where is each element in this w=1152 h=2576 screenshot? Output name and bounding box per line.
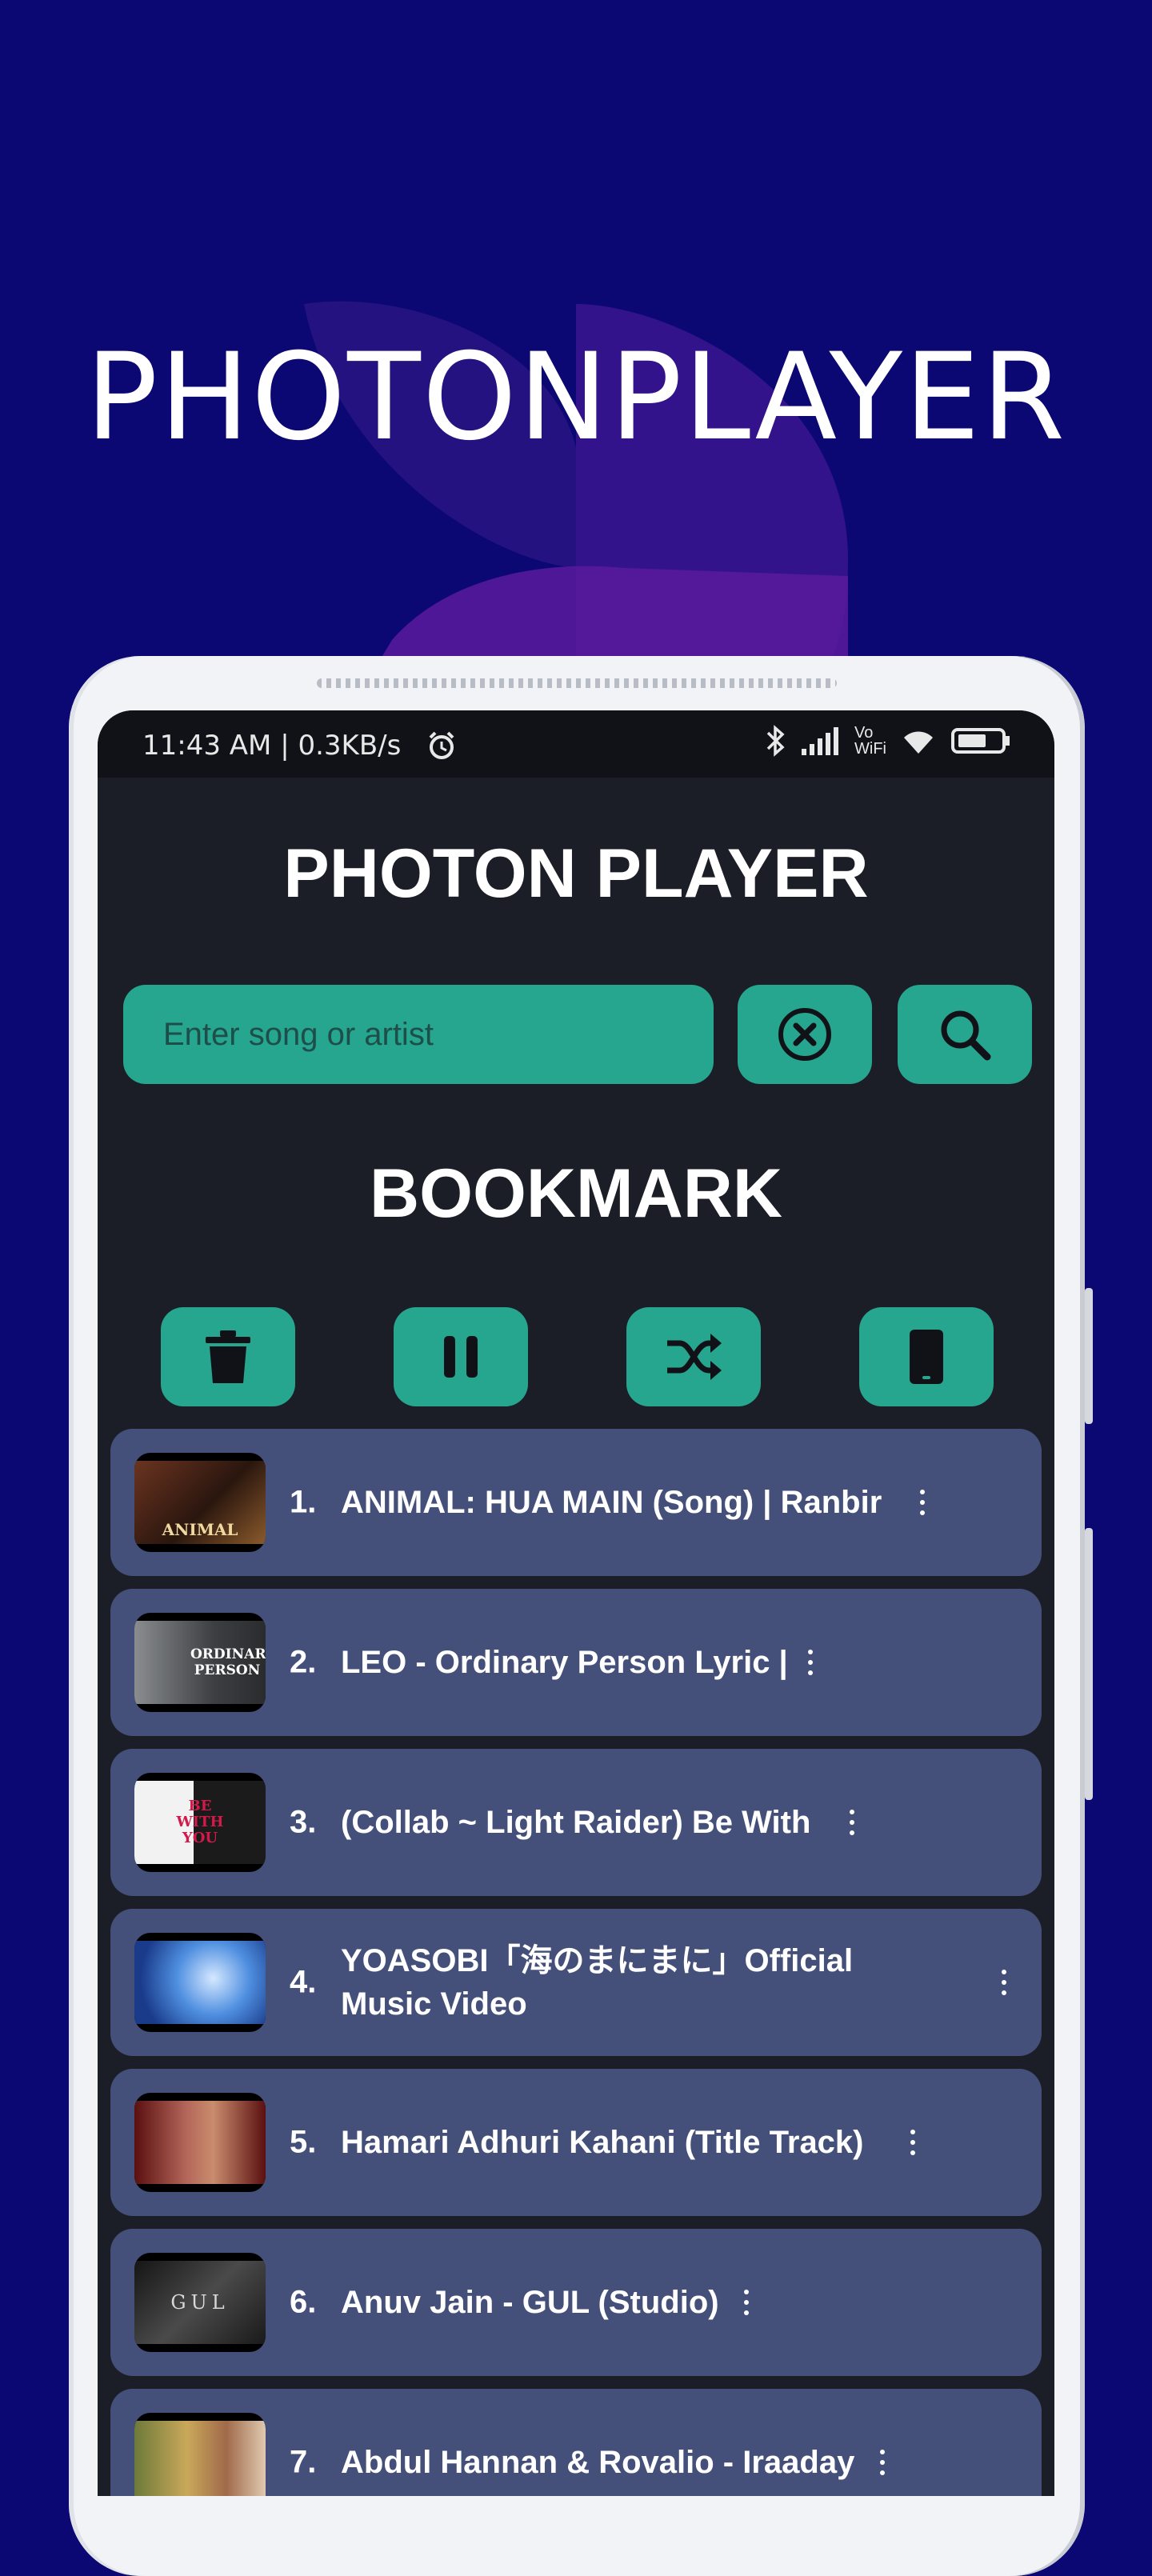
track-number: 7. xyxy=(290,2444,317,2480)
list-item[interactable]: 4. YOASOBI「海のまにまに」Official Music Video xyxy=(110,1909,1042,2056)
pause-button[interactable] xyxy=(394,1307,528,1406)
phone-side-button xyxy=(1085,1288,1093,1424)
track-title: YOASOBI「海のまにまに」Official Music Video xyxy=(341,1943,854,2022)
phone-speaker xyxy=(317,678,837,688)
list-item[interactable]: ORDINARY PERSON 2. LEO - Ordinary Person… xyxy=(110,1589,1042,1736)
alarm-clock-icon xyxy=(429,731,454,759)
more-vert-icon[interactable] xyxy=(744,2290,750,2315)
list-item[interactable]: 5. Hamari Adhuri Kahani (Title Track) xyxy=(110,2069,1042,2216)
more-vert-icon[interactable] xyxy=(920,1490,926,1515)
list-item[interactable]: 7. Abdul Hannan & Rovalio - Iraaday xyxy=(110,2389,1042,2496)
vowifi-label: Vo WiFi xyxy=(854,724,886,758)
more-vert-icon[interactable] xyxy=(808,1650,814,1675)
track-title: (Collab ~ Light Raider) Be With xyxy=(341,1805,811,1840)
more-vert-icon[interactable] xyxy=(910,2130,917,2155)
track-thumbnail: ORDINARY PERSON xyxy=(134,1613,266,1712)
thumbnail-caption: GUL xyxy=(170,2291,230,2314)
section-title: BOOKMARK xyxy=(370,1155,782,1232)
list-item[interactable]: ANIMAL 1. ANIMAL: HUA MAIN (Song) | Ranb… xyxy=(110,1429,1042,1576)
status-time: 11:43 AM | 0.3KB/s xyxy=(142,730,402,762)
track-title: Hamari Adhuri Kahani (Title Track) xyxy=(341,2125,864,2160)
track-number: 4. xyxy=(290,1964,317,2000)
pause-icon xyxy=(444,1336,478,1378)
track-thumbnail xyxy=(134,1933,266,2032)
delete-button[interactable] xyxy=(161,1307,295,1406)
thumbnail-caption: ORDINARY PERSON xyxy=(190,1646,266,1678)
track-number: 5. xyxy=(290,2124,317,2160)
thumbnail-caption: ANIMAL xyxy=(162,1520,238,1539)
search-icon xyxy=(941,1010,991,1061)
shuffle-icon xyxy=(667,1334,722,1380)
promo-title: PHOTONPLAYER xyxy=(85,328,1067,467)
search-button[interactable] xyxy=(898,985,1032,1084)
track-number: 1. xyxy=(290,1484,317,1520)
bookmark-list: ANIMAL 1. ANIMAL: HUA MAIN (Song) | Ranb… xyxy=(110,1429,1042,2496)
more-vert-icon[interactable] xyxy=(880,2450,886,2475)
device-button[interactable] xyxy=(859,1307,994,1406)
more-vert-icon[interactable] xyxy=(1002,1970,1008,1995)
track-thumbnail: BE WITH YOU xyxy=(134,1773,266,1872)
track-thumbnail: ANIMAL xyxy=(134,1453,266,1552)
track-title: Abdul Hannan & Rovalio - Iraaday xyxy=(341,2445,855,2480)
track-thumbnail: GUL xyxy=(134,2253,266,2352)
bluetooth-icon xyxy=(766,725,785,757)
track-title: LEO - Ordinary Person Lyric | xyxy=(341,1645,788,1680)
battery-icon xyxy=(951,728,1010,754)
track-thumbnail xyxy=(134,2093,266,2192)
track-title: ANIMAL: HUA MAIN (Song) | Ranbir xyxy=(341,1485,882,1520)
track-number: 6. xyxy=(290,2284,317,2320)
status-bar: 11:43 AM | 0.3KB/s Vo WiFi xyxy=(98,710,1054,778)
track-title: Anuv Jain - GUL (Studio) xyxy=(341,2285,719,2320)
close-circle-icon xyxy=(778,1008,831,1061)
app-title: PHOTON PLAYER xyxy=(283,835,869,912)
search-input[interactable] xyxy=(123,985,714,1084)
trash-icon xyxy=(206,1330,250,1383)
signal-bars-icon xyxy=(802,727,839,755)
app-screen: 11:43 AM | 0.3KB/s Vo WiFi PHOTON PLAYER… xyxy=(98,710,1054,2496)
track-number: 3. xyxy=(290,1804,317,1840)
list-item[interactable]: BE WITH YOU 3. (Collab ~ Light Raider) B… xyxy=(110,1749,1042,1896)
wifi-icon xyxy=(904,731,933,754)
track-number: 2. xyxy=(290,1644,317,1680)
phone-icon xyxy=(910,1330,943,1384)
status-icons: Vo WiFi xyxy=(765,723,1011,758)
shuffle-button[interactable] xyxy=(626,1307,761,1406)
phone-side-button xyxy=(1085,1528,1093,1800)
clear-button[interactable] xyxy=(738,985,872,1084)
more-vert-icon[interactable] xyxy=(850,1810,856,1835)
list-item[interactable]: GUL 6. Anuv Jain - GUL (Studio) xyxy=(110,2229,1042,2376)
thumbnail-caption: BE WITH YOU xyxy=(176,1798,224,1846)
track-thumbnail xyxy=(134,2413,266,2496)
